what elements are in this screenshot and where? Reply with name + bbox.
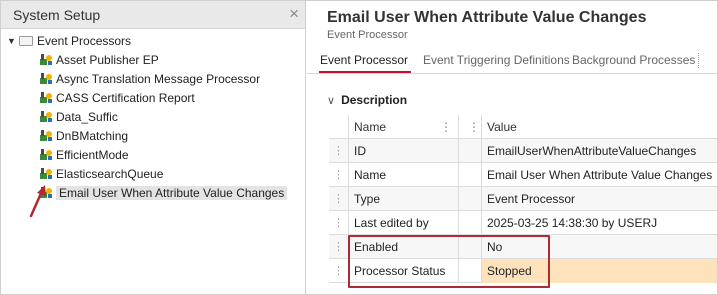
column-header-value[interactable]: Value — [482, 115, 717, 139]
row-name: Last edited by — [349, 211, 459, 235]
event-processor-icon — [40, 130, 52, 142]
tree-item-label: Email User When Attribute Value Changes — [56, 186, 288, 200]
row-handle — [329, 115, 349, 139]
event-processor-icon — [40, 92, 52, 104]
row-value[interactable]: Stopped — [482, 259, 717, 283]
section-title: Description — [341, 93, 408, 107]
tab-background-processes[interactable]: Background Processes — [572, 53, 695, 67]
folder-icon — [19, 35, 33, 46]
tree-item-label: DnBMatching — [56, 129, 129, 143]
tab-overflow-divider — [698, 53, 699, 68]
row-name: ID — [349, 139, 459, 163]
row-value[interactable]: Email User When Attribute Value Changes — [482, 163, 717, 187]
row-value[interactable]: EmailUserWhenAttributeValueChanges — [482, 139, 717, 163]
row-name: Name — [349, 163, 459, 187]
table-row[interactable]: ⋮ ID EmailUserWhenAttributeValueChanges — [329, 139, 717, 163]
row-value[interactable]: No — [482, 235, 717, 259]
drag-handle-icon[interactable]: ⋮ — [329, 259, 349, 283]
row-name: Processor Status — [349, 259, 459, 283]
row-gap — [459, 211, 482, 235]
page-title: Email User When Attribute Value Changes — [327, 9, 647, 26]
close-icon[interactable]: × — [289, 4, 299, 24]
column-header-gap[interactable]: ⋮ — [459, 115, 482, 139]
drag-handle-icon[interactable]: ⋮ — [329, 163, 349, 187]
drag-handle-icon[interactable]: ⋮ — [329, 187, 349, 211]
system-setup-panel: System Setup × ▼ Event Processors Asset P… — [1, 1, 306, 294]
tree-item[interactable]: DnBMatching — [39, 127, 128, 146]
tab-event-processor[interactable]: Event Processor — [320, 53, 408, 67]
drag-handle-icon[interactable]: ⋮ — [329, 211, 349, 235]
tree-item-selected[interactable]: Email User When Attribute Value Changes — [39, 184, 288, 203]
detail-panel: Email User When Attribute Value Changes … — [307, 1, 717, 294]
page-subtitle: Event Processor — [327, 29, 408, 41]
row-gap — [459, 235, 482, 259]
column-header-name[interactable]: Name ⋮ — [349, 115, 459, 139]
drag-handle-icon[interactable]: ⋮ — [329, 139, 349, 163]
tree-item[interactable]: ElasticsearchQueue — [39, 165, 163, 184]
row-value[interactable]: 2025-03-25 14:38:30 by USERJ — [482, 211, 717, 235]
tab-event-triggering-definitions[interactable]: Event Triggering Definitions — [423, 53, 570, 67]
tree-item-label: Asset Publisher EP — [56, 53, 159, 67]
event-processor-icon — [40, 149, 52, 161]
tree-node-event-processors[interactable]: ▼ Event Processors — [7, 32, 131, 51]
table-row[interactable]: ⋮ Last edited by 2025-03-25 14:38:30 by … — [329, 211, 717, 235]
tab-bar: Event Processor Event Triggering Definit… — [307, 44, 717, 74]
row-name: Enabled — [349, 235, 459, 259]
annotation-arrow-icon — [29, 185, 46, 218]
tree-node-label: Event Processors — [37, 34, 132, 48]
tree-item-label: EfficientMode — [56, 148, 129, 162]
grid-header-row: Name ⋮ ⋮ Value — [329, 115, 717, 139]
event-processor-icon — [40, 168, 52, 180]
tree-item[interactable]: Asset Publisher EP — [39, 51, 159, 70]
row-gap — [459, 259, 482, 283]
drag-handle-icon[interactable]: ⋮ — [329, 235, 349, 259]
system-setup-title: System Setup — [13, 7, 101, 23]
event-processor-icon — [40, 54, 52, 66]
row-value[interactable]: Event Processor — [482, 187, 717, 211]
tree-item[interactable]: CASS Certification Report — [39, 89, 195, 108]
row-gap — [459, 139, 482, 163]
tree-item-label: Async Translation Message Processor — [56, 72, 261, 86]
row-gap — [459, 187, 482, 211]
description-section-header[interactable]: ∨ Description — [327, 93, 407, 107]
system-setup-header: System Setup × — [1, 1, 305, 29]
tree-item[interactable]: EfficientMode — [39, 146, 129, 165]
column-header-label: Name — [354, 120, 387, 134]
tree-item[interactable]: Data_Suffic — [39, 108, 118, 127]
row-name: Type — [349, 187, 459, 211]
tree-item-label: ElasticsearchQueue — [56, 167, 164, 181]
chevron-down-icon[interactable]: ∨ — [327, 95, 335, 107]
table-row[interactable]: ⋮ Name Email User When Attribute Value C… — [329, 163, 717, 187]
active-tab-indicator — [319, 71, 411, 73]
table-row[interactable]: ⋮ Type Event Processor — [329, 187, 717, 211]
expanded-caret-icon[interactable]: ▼ — [7, 32, 17, 51]
column-menu-icon[interactable]: ⋮ — [440, 115, 452, 139]
table-row[interactable]: ⋮ Enabled No — [329, 235, 717, 259]
tree-item-label: Data_Suffic — [56, 110, 118, 124]
event-processor-icon — [40, 73, 52, 85]
column-menu-icon[interactable]: ⋮ — [468, 115, 480, 139]
tree-item[interactable]: Async Translation Message Processor — [39, 70, 260, 89]
event-processor-icon — [40, 111, 52, 123]
tree-item-label: CASS Certification Report — [56, 91, 195, 105]
table-row[interactable]: ⋮ Processor Status Stopped — [329, 259, 717, 283]
row-gap — [459, 163, 482, 187]
